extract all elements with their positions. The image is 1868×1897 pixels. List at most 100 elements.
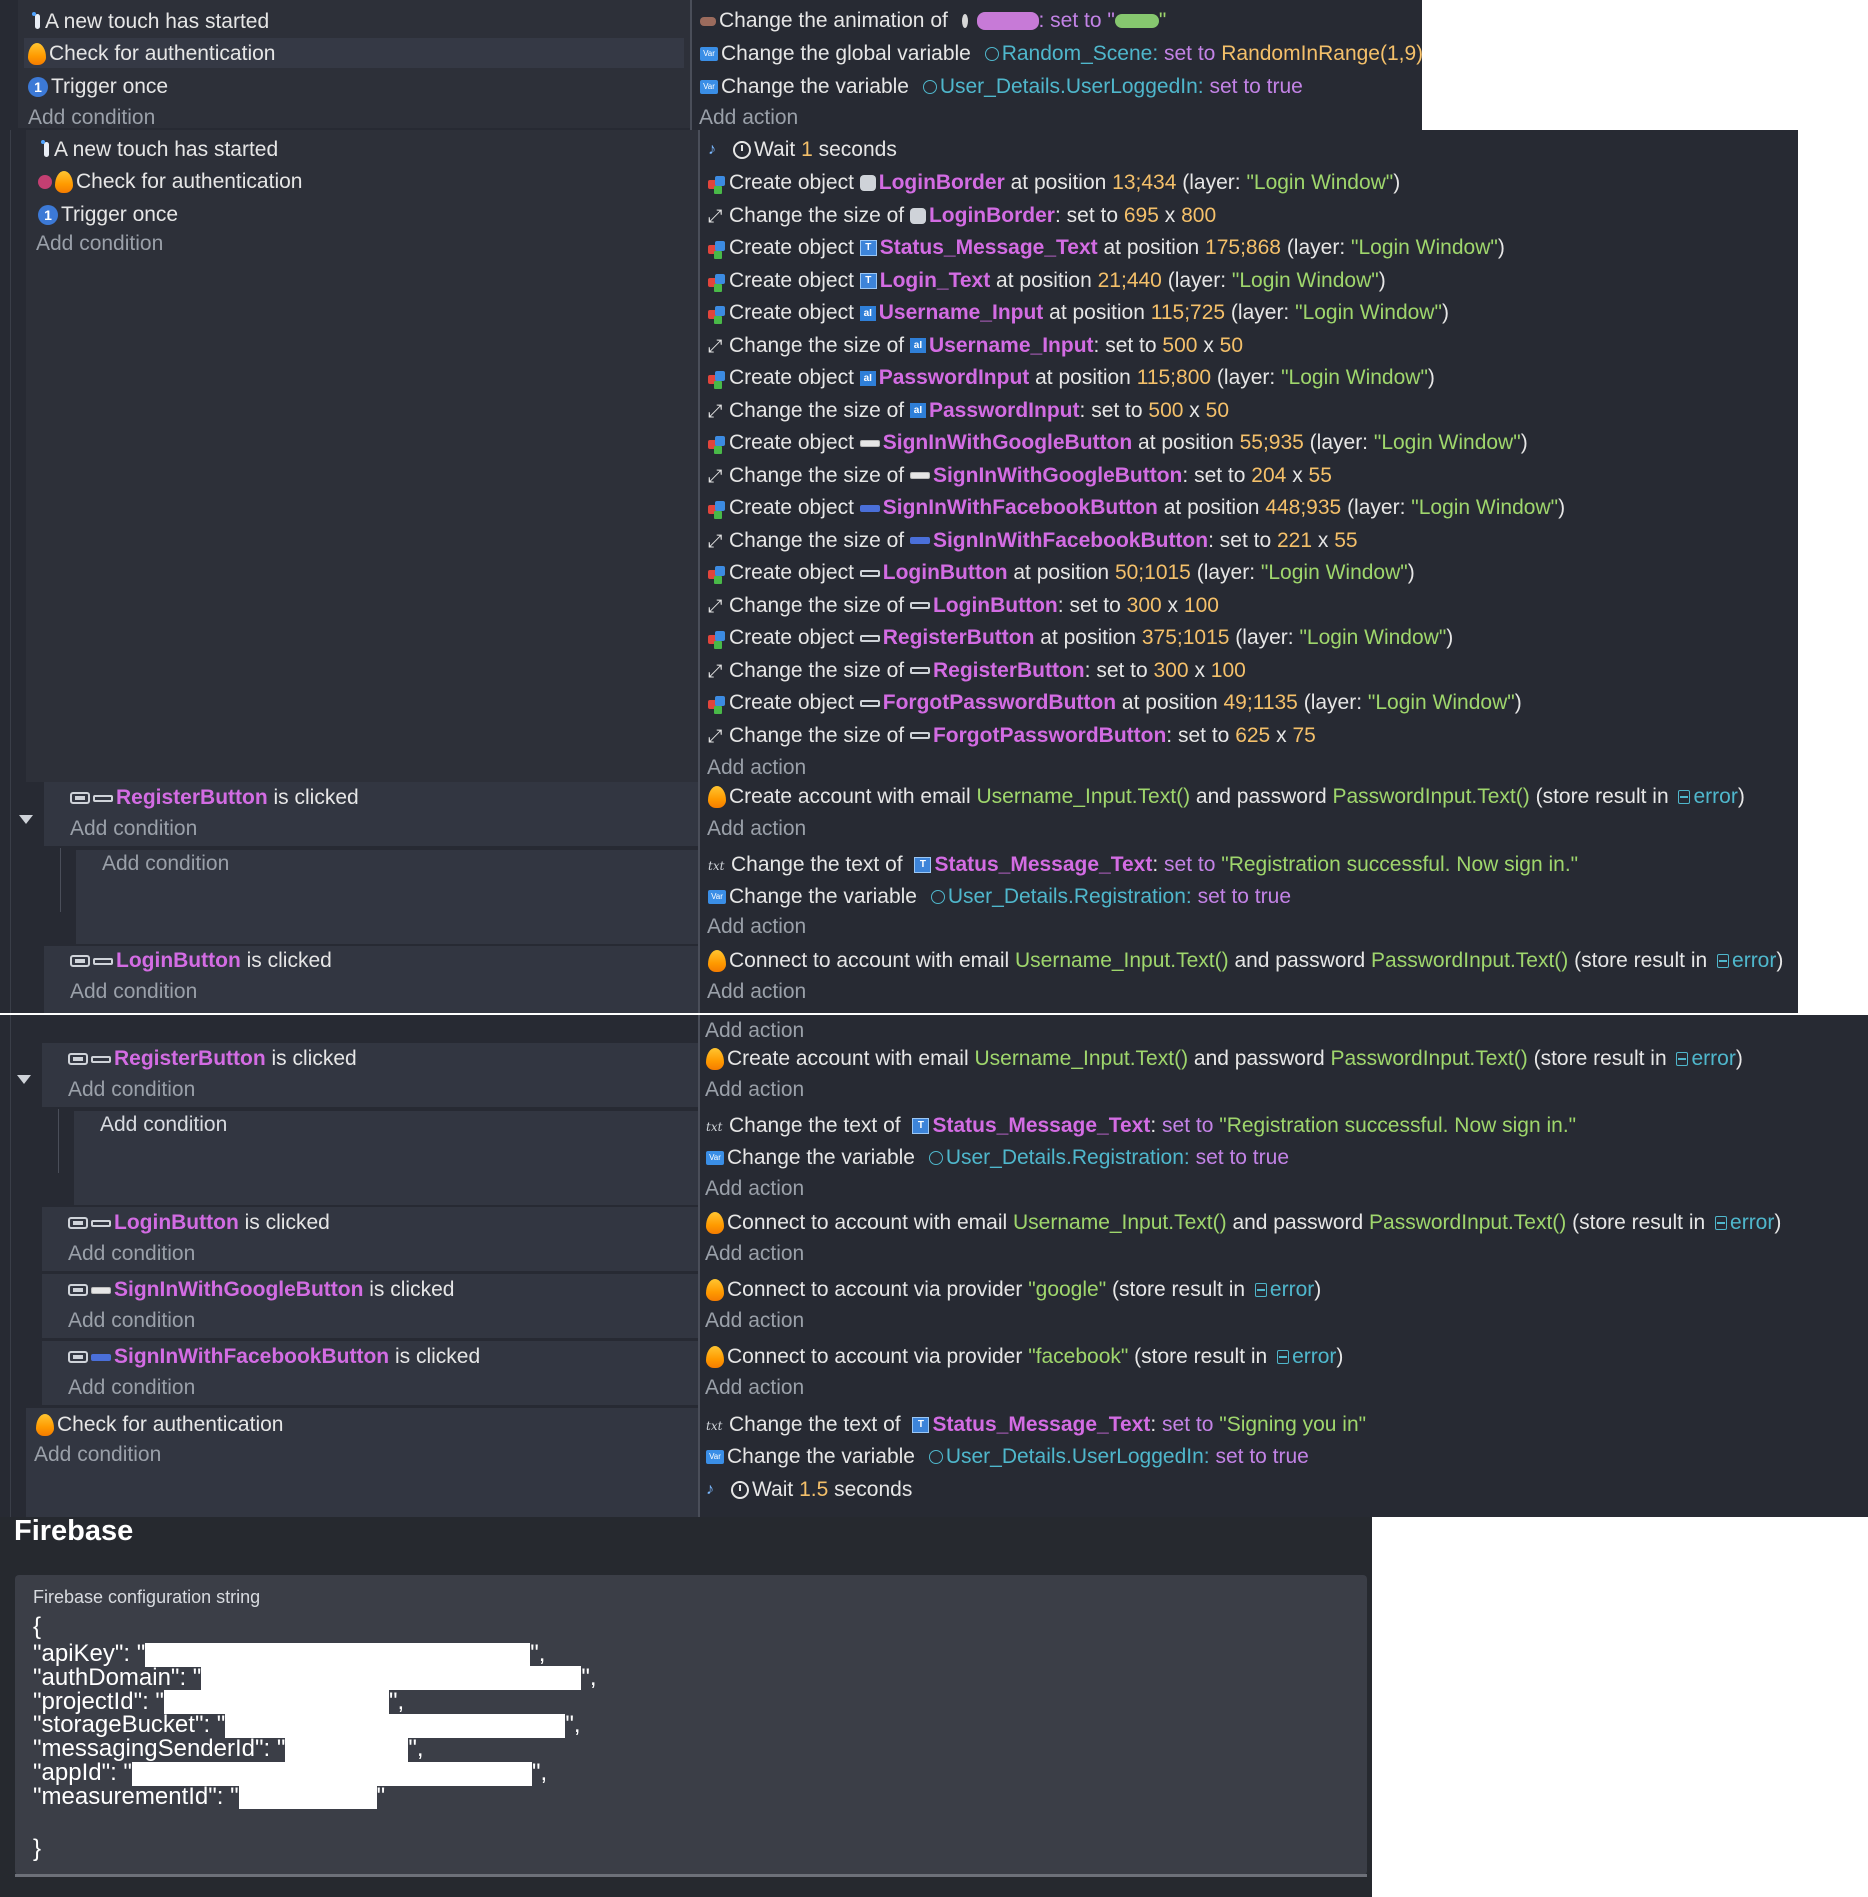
- action-create-object[interactable]: Create object ForgotPasswordButton at po…: [708, 687, 1522, 719]
- action-create-object[interactable]: Create object T Status_Message_Text at po…: [708, 232, 1505, 264]
- condition-touch-started[interactable]: A new touch has started: [41, 134, 278, 166]
- action-create-account[interactable]: Create account with email Username_Input…: [708, 781, 1745, 813]
- text-input-icon: aI: [859, 370, 876, 386]
- action-create-object[interactable]: Create object SignInWithGoogleButton at …: [708, 427, 1528, 459]
- add-action-link[interactable]: Add action: [705, 1372, 804, 1404]
- add-action-link[interactable]: Add action: [707, 911, 806, 943]
- add-condition-link[interactable]: Add condition: [68, 1074, 195, 1106]
- condition-touch-started[interactable]: A new touch has started: [32, 6, 269, 38]
- action-connect-facebook[interactable]: Connect to account via provider "faceboo…: [706, 1341, 1343, 1373]
- action-connect-email[interactable]: Connect to account with email Username_I…: [708, 945, 1783, 977]
- action-connect-google[interactable]: Connect to account via provider "google"…: [706, 1274, 1321, 1306]
- button-object-icon: [859, 699, 880, 707]
- variable-icon: Var: [708, 890, 726, 905]
- action-create-object[interactable]: Create object RegisterButton at position…: [708, 622, 1453, 654]
- variable-icon: Var: [706, 1450, 724, 1465]
- add-condition-link[interactable]: Add condition: [36, 228, 163, 260]
- action-change-size[interactable]: Change the size of LoginBorder: set to 6…: [708, 200, 1216, 232]
- redacted-value: [238, 1785, 377, 1810]
- add-action-link[interactable]: Add action: [705, 1305, 804, 1337]
- condition-facebook-clicked[interactable]: SignInWithFacebookButton is clicked: [68, 1341, 480, 1373]
- condition-trigger-once[interactable]: 1 Trigger once: [28, 71, 168, 103]
- condition-check-authentication[interactable]: Check for authentication: [28, 38, 275, 70]
- add-action-link[interactable]: Add action: [707, 976, 806, 1008]
- collapse-toggle[interactable]: [19, 815, 33, 824]
- firebase-icon: [706, 1279, 724, 1302]
- condition-login-clicked[interactable]: LoginButton is clicked: [70, 945, 332, 977]
- action-create-object[interactable]: Create object aI Username_Input at positi…: [708, 297, 1449, 329]
- action-change-logged-in-variable[interactable]: Var Change the variable User_Details.User…: [706, 1441, 1309, 1473]
- add-action-link[interactable]: Add action: [705, 1238, 804, 1270]
- action-change-size[interactable]: Change the size of aIPasswordInput: set …: [708, 395, 1229, 427]
- action-create-account[interactable]: Create account with email Username_Input…: [706, 1043, 1743, 1075]
- action-change-size[interactable]: Change the size of RegisterButton: set t…: [708, 655, 1246, 687]
- condition-trigger-once[interactable]: 1 Trigger once: [38, 199, 178, 231]
- firebase-config-field[interactable]: Firebase configuration string { "apiKey"…: [15, 1575, 1367, 1875]
- action-change-status-text[interactable]: Change the text of TStatus_Message_Text:…: [708, 849, 1578, 881]
- action-wait[interactable]: Wait 1 seconds: [708, 134, 897, 166]
- clicked-icon: [68, 1217, 88, 1230]
- action-change-registration-variable[interactable]: Var Change the variable User_Details.Regi…: [708, 881, 1291, 913]
- action-create-object[interactable]: Create object LoginButton at position 50…: [708, 557, 1415, 589]
- firebase-icon: [36, 1414, 54, 1437]
- action-change-size[interactable]: Change the size of LoginButton: set to 3…: [708, 590, 1219, 622]
- action-change-size[interactable]: Change the size of ForgotPasswordButton:…: [708, 720, 1316, 752]
- trigger-once-icon: 1: [38, 205, 58, 226]
- action-change-registration-variable[interactable]: Var Change the variable User_Details.Regi…: [706, 1142, 1289, 1174]
- create-object-icon: [708, 272, 726, 290]
- action-change-global-variable[interactable]: Var Change the global variable Random_Sce…: [700, 38, 1422, 70]
- column-divider: [690, 0, 692, 130]
- facebook-button-icon: [91, 1353, 111, 1361]
- config-open-brace: {: [33, 1613, 42, 1640]
- scene-scope-icon: [930, 890, 945, 905]
- add-condition-link[interactable]: Add condition: [34, 1439, 161, 1471]
- action-create-object[interactable]: Create object LoginBorder at position 13…: [708, 167, 1400, 199]
- add-action-link[interactable]: Add action: [707, 752, 806, 784]
- action-change-status-text-signing[interactable]: Change the text of TStatus_Message_Text:…: [706, 1409, 1366, 1441]
- action-wait-second[interactable]: Wait 1.5 seconds: [706, 1474, 912, 1506]
- add-condition-link[interactable]: Add condition: [70, 813, 197, 845]
- action-change-size[interactable]: Change the size of SignInWithFacebookBut…: [708, 525, 1358, 557]
- condition-register-clicked[interactable]: RegisterButton is clicked: [68, 1043, 357, 1075]
- add-condition-link[interactable]: Add condition: [28, 102, 155, 130]
- condition-login-clicked[interactable]: LoginButton is clicked: [68, 1207, 330, 1239]
- add-condition-link[interactable]: Add condition: [68, 1372, 195, 1404]
- add-condition-link[interactable]: Add condition: [68, 1305, 195, 1337]
- action-connect-email[interactable]: Connect to account with email Username_I…: [706, 1207, 1781, 1239]
- action-change-size[interactable]: Change the size of aIUsername_Input: set…: [708, 330, 1243, 362]
- text-object-icon: T: [912, 1417, 930, 1434]
- add-condition-link[interactable]: Add condition: [70, 976, 197, 1008]
- action-change-animation[interactable]: Change the animation of : set to " ": [700, 5, 1166, 37]
- resize-icon: [708, 532, 726, 550]
- button-object-icon: [859, 634, 880, 642]
- add-action-link[interactable]: Add action: [699, 102, 798, 130]
- condition-register-clicked[interactable]: RegisterButton is clicked: [70, 782, 359, 814]
- scene-variable-icon: [1715, 1216, 1728, 1231]
- action-create-object[interactable]: Create object aI PasswordInput at positio…: [708, 362, 1435, 394]
- condition-google-clicked[interactable]: SignInWithGoogleButton is clicked: [68, 1274, 454, 1306]
- condition-check-authentication[interactable]: Check for authentication: [36, 1409, 283, 1441]
- action-create-object[interactable]: Create object T Login_Text at position 21…: [708, 265, 1386, 297]
- action-create-object[interactable]: Create object SignInWithFacebookButton a…: [708, 492, 1565, 524]
- variable-icon: Var: [706, 1151, 724, 1166]
- add-action-link[interactable]: Add action: [707, 813, 806, 845]
- text-object-icon: T: [912, 1118, 930, 1135]
- action-change-variable-logged-in[interactable]: Var Change the variable User_Details.User…: [700, 71, 1303, 103]
- add-condition-link[interactable]: Add condition: [100, 1109, 227, 1141]
- action-change-status-text[interactable]: Change the text of TStatus_Message_Text:…: [706, 1110, 1576, 1142]
- condition-check-authentication[interactable]: Check for authentication: [38, 166, 302, 198]
- collapse-toggle[interactable]: [17, 1075, 31, 1084]
- resize-icon: [708, 662, 726, 680]
- add-action-link[interactable]: Add action: [705, 1074, 804, 1106]
- scene-scope-icon: [928, 1450, 943, 1465]
- facebook-button-icon: [909, 537, 930, 545]
- add-condition-link[interactable]: Add condition: [68, 1238, 195, 1270]
- action-change-size[interactable]: Change the size of SignInWithGoogleButto…: [708, 460, 1332, 492]
- nesting-line: [58, 1109, 59, 1173]
- add-condition-link[interactable]: Add condition: [102, 848, 229, 880]
- firebase-config-label: Firebase configuration string: [33, 1587, 261, 1607]
- text-icon: [706, 1416, 726, 1434]
- event-sheet-panel-2: A new touch has started Check for authen…: [0, 130, 1798, 1013]
- add-action-link[interactable]: Add action: [705, 1173, 804, 1205]
- button-object-icon: [859, 569, 880, 577]
